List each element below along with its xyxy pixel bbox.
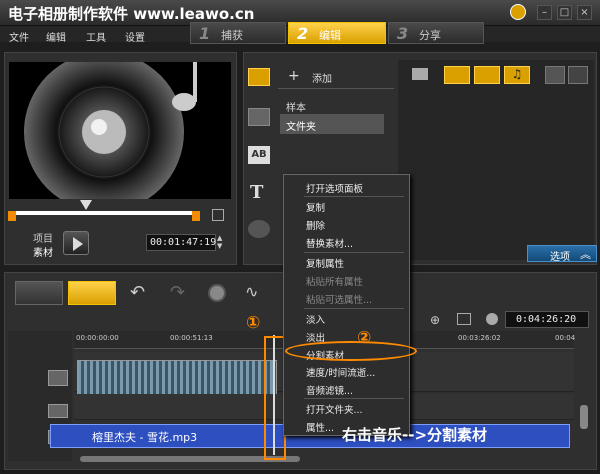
preview-screen (9, 62, 231, 199)
ctx-paste-selected-attrs: 粘贴可选属性... (306, 295, 373, 306)
annotation-step-2: ② (357, 328, 372, 348)
menu-edit[interactable]: 编辑 (46, 29, 66, 44)
ruler-label-1: 00:00:51:13 (170, 334, 213, 342)
timecode-spinner[interactable]: ▲ ▼ (217, 234, 225, 251)
timeline-view-button[interactable] (68, 281, 116, 305)
play-button[interactable] (63, 231, 89, 255)
total-time-display[interactable]: 0:04:26:20 (505, 311, 589, 328)
menu-tools[interactable]: 工具 (86, 29, 106, 44)
total-time-text: 0:04:26:20 (516, 314, 577, 325)
play-icon (73, 237, 83, 251)
ctx-replace[interactable]: 替换素材... (306, 236, 353, 250)
speaker-image (24, 62, 197, 199)
mode-clip-label[interactable]: 素材 (33, 244, 53, 259)
audio-clip-name: 榕里杰夫 - 雪花.mp3 (92, 431, 198, 444)
ruler-label-0: 00:00:00:00 (76, 334, 119, 342)
options-label: 选项 (550, 252, 570, 263)
ctx-delete[interactable]: 删除 (306, 218, 325, 232)
ctx-paste-all-attrs: 粘贴所有属性 (306, 277, 364, 288)
mode-project-label[interactable]: 项目 (33, 230, 53, 245)
filter-video-button[interactable] (444, 66, 470, 84)
options-button[interactable]: 选项 ︽ (527, 245, 597, 263)
undo-icon[interactable]: ↶ (130, 282, 145, 303)
tab-share[interactable]: 3 分享 (388, 22, 484, 44)
audio-wave-icon[interactable]: ∿ (245, 282, 258, 301)
folder-icon[interactable] (412, 68, 428, 80)
record-icon[interactable] (208, 284, 226, 302)
preview-scrubber-track[interactable] (15, 211, 195, 215)
context-menu: 打开选项面板 复制 删除 替换素材... 复制属性 粘贴所有属性 粘贴可选属性.… (283, 174, 410, 436)
voice-track-icon[interactable] (48, 404, 68, 418)
ctx-properties[interactable]: 属性... (306, 420, 334, 434)
grid-view-button[interactable] (568, 66, 588, 84)
library-content-area (398, 60, 594, 260)
window-title: 电子相册制作软件 www.leawo.cn (8, 5, 255, 23)
filter-image-button[interactable] (474, 66, 500, 84)
tab-edit-number: 2 (297, 24, 309, 43)
close-button[interactable]: × (577, 5, 592, 20)
library-item-folder[interactable]: 文件夹 (286, 118, 316, 133)
trim-start-marker[interactable] (8, 211, 16, 221)
tab-share-label: 分享 (419, 29, 441, 42)
list-view-button[interactable] (545, 66, 565, 84)
media-tab-icon[interactable] (248, 68, 270, 86)
collapse-icon: ︽ (580, 248, 591, 261)
tab-edit-label: 编辑 (319, 29, 341, 42)
library-item-sample[interactable]: 样本 (286, 99, 306, 114)
ctx-open-options[interactable]: 打开选项面板 (306, 181, 363, 195)
add-folder-button[interactable]: 添加 (312, 70, 332, 85)
zoom-in-icon[interactable]: ⊕ (430, 313, 440, 327)
text-tab-icon[interactable]: T (250, 182, 263, 203)
ctx-open-folder[interactable]: 打开文件夹... (306, 402, 363, 416)
timeline-vscrollbar[interactable] (580, 405, 588, 429)
ruler-label-3: 00:04 (555, 334, 576, 342)
ctx-fade-in[interactable]: 淡入 (306, 312, 325, 326)
tab-capture-number: 1 (199, 24, 211, 43)
title-tab-icon[interactable]: AB (248, 146, 270, 164)
storyboard-view-button[interactable] (15, 281, 63, 305)
video-track-icon[interactable] (48, 370, 68, 386)
add-icon[interactable]: + (288, 68, 300, 84)
minimize-button[interactable]: – (537, 5, 552, 20)
copy-frame-icon[interactable] (212, 209, 224, 221)
menu-settings[interactable]: 设置 (125, 29, 145, 44)
ctx-separator (304, 252, 404, 253)
ctx-copy-attrs[interactable]: 复制属性 (306, 256, 344, 270)
filter-audio-button[interactable]: ♫ (504, 66, 530, 84)
trim-end-marker[interactable] (192, 211, 200, 221)
filter-tab-icon[interactable] (248, 220, 270, 238)
tab-capture[interactable]: 1 捕获 (190, 22, 286, 44)
timecode-display[interactable]: 00:01:47:19 (146, 234, 216, 251)
app-logo-icon (510, 4, 526, 20)
tab-edit[interactable]: 2 编辑 (288, 22, 386, 44)
ruler-label-2: 00:03:26:02 (458, 334, 501, 342)
ctx-separator (304, 196, 404, 197)
timecode-text: 00:01:47:19 (150, 237, 217, 248)
annotation-step-1: ① (246, 313, 261, 333)
redo-icon[interactable]: ↷ (170, 282, 185, 303)
ctx-audio-filter[interactable]: 音频滤镜... (306, 383, 353, 397)
maximize-button[interactable]: □ (557, 5, 572, 20)
menu-file[interactable]: 文件 (9, 29, 29, 44)
library-divider (278, 88, 394, 89)
annotation-ellipse (285, 341, 417, 361)
ctx-separator (304, 308, 404, 309)
clock-icon (486, 313, 498, 325)
ctx-copy[interactable]: 复制 (306, 200, 325, 214)
tab-share-number: 3 (397, 24, 409, 43)
ctx-speed-timelapse[interactable]: 速度/时间流逝... (306, 365, 375, 379)
ctx-separator (304, 398, 404, 399)
annotation-caption: 右击音乐-->分割素材 (342, 426, 488, 444)
fit-icon[interactable] (457, 313, 471, 325)
tab-capture-label: 捕获 (221, 29, 243, 42)
transition-tab-icon[interactable] (248, 108, 270, 126)
library-category-tabs: AB T (246, 60, 276, 260)
